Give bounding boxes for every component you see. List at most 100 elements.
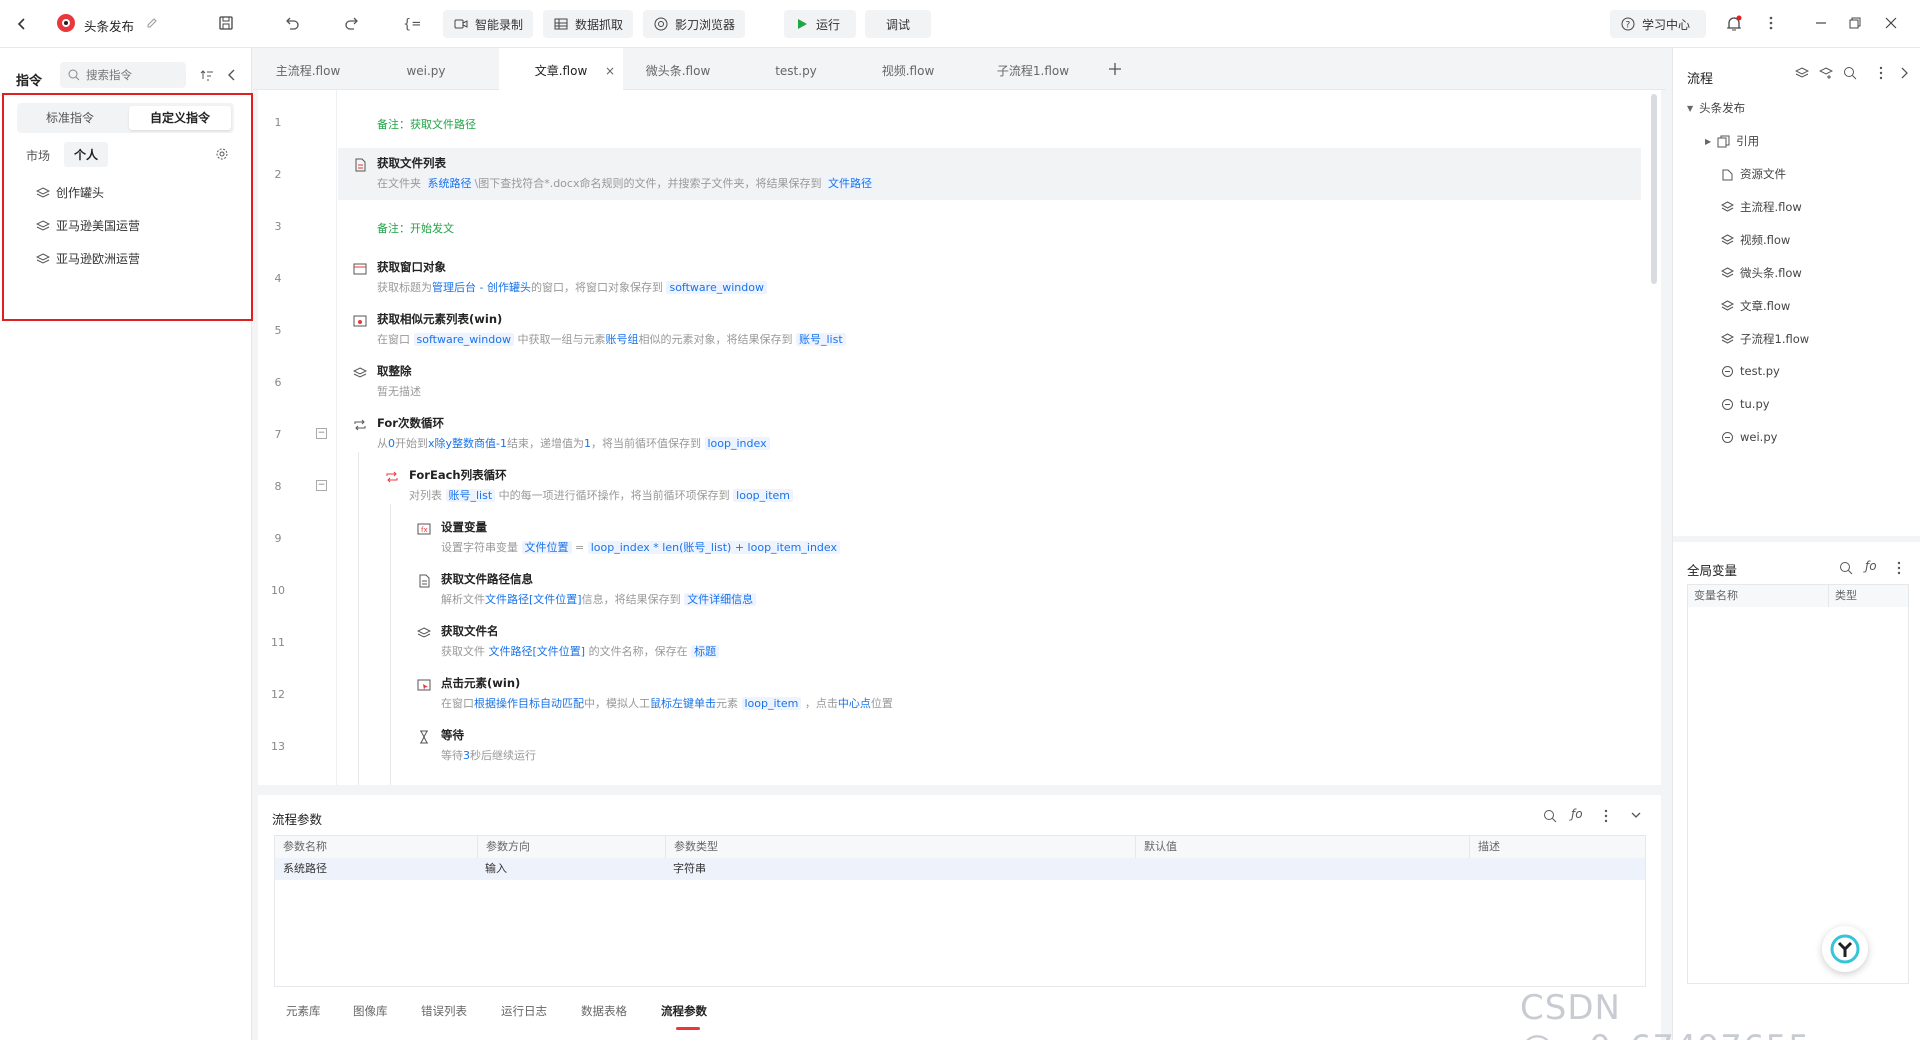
tab-test-py[interactable]: test.py [741,48,851,90]
variable-chip[interactable]: software_window [666,281,767,294]
step-title[interactable]: 获取文件路径信息 [441,571,533,587]
tree-root[interactable]: ▼ 头条发布 [1687,100,1745,116]
tab-weitoutiao-flow[interactable]: 微头条.flow [623,48,733,90]
table-cell[interactable] [1469,858,1645,880]
add-layer-icon[interactable] [1819,66,1833,80]
step-title[interactable]: 设置变量 [441,519,487,535]
flow-file-icon [1721,299,1734,313]
tree-item[interactable]: 视频.flow [1721,232,1790,248]
variable-chip[interactable]: software_window [413,333,514,346]
tree-item[interactable]: 微头条.flow [1721,265,1802,281]
desc-text: = [575,541,585,554]
edit-title-icon[interactable] [146,17,158,29]
tree-item[interactable]: test.py [1721,364,1780,378]
step-title[interactable]: 获取相似元素列表(win) [377,311,502,327]
layers-settings-icon[interactable] [1795,66,1809,80]
tree-item[interactable]: wei.py [1721,430,1777,444]
run-button[interactable]: 运行 [784,10,856,38]
variable-chip[interactable]: loop_item [741,697,802,710]
table-cell[interactable]: 输入 [477,858,665,880]
search-icon[interactable] [1843,66,1857,80]
tab-subflow1[interactable]: 子流程1.flow [973,48,1093,90]
more-icon[interactable] [1897,561,1901,575]
step-title[interactable]: 获取文件名 [441,623,499,639]
variable-chip[interactable]: 标题 [691,645,720,658]
variable-chip[interactable]: loop_item [733,489,794,502]
tab-video-flow[interactable]: 视频.flow [853,48,963,90]
tree-item[interactable]: 主流程.flow [1721,199,1802,215]
back-icon[interactable] [14,16,30,32]
search-icon[interactable] [1543,809,1557,823]
save-icon[interactable] [218,15,234,31]
bell-icon[interactable] [1726,15,1742,33]
variable-chip[interactable]: 系统路径 [424,177,475,190]
restore-icon[interactable] [1848,16,1862,30]
tab-article-flow[interactable]: 文章.flow × [499,48,623,90]
command-search-input[interactable] [86,68,176,82]
function-icon[interactable]: ƒo [1865,559,1877,573]
tree-item[interactable]: tu.py [1721,397,1770,411]
code-brackets-icon[interactable]: {=} [402,15,420,31]
variable-chip[interactable]: 文件路径 [824,177,875,190]
tab-error-list[interactable]: 错误列表 [421,1003,467,1019]
search-icon[interactable] [1839,561,1853,575]
function-icon[interactable]: ƒo [1571,807,1583,821]
variable-chip[interactable]: loop_index [704,437,770,450]
debug-button[interactable]: 调试 [865,10,931,38]
more-icon[interactable] [1879,66,1883,80]
collapse-toggle-icon[interactable]: − [316,480,327,491]
chevron-down-icon[interactable] [1630,809,1642,821]
more-icon[interactable] [1604,809,1608,823]
sort-icon[interactable] [200,68,214,82]
step-title[interactable]: 取整除 [377,363,412,379]
step-title[interactable]: 点击元素(win) [441,675,520,691]
data-scrape-button[interactable]: 数据抓取 [543,10,634,38]
smart-record-button[interactable]: 智能录制 [443,10,534,38]
browser-button[interactable]: 影刀浏览器 [643,10,746,38]
panel-divider [1673,536,1920,542]
tab-flow-params[interactable]: 流程参数 [661,1003,707,1019]
more-icon[interactable] [1768,15,1774,31]
expression-chip[interactable]: loop_index * len(账号_list) + loop_item_in… [587,541,840,554]
tab-main-flow[interactable]: 主流程.flow [253,48,363,90]
watermark: CSDN @m0_67497655 [1520,988,1810,1040]
collapse-toggle-icon[interactable]: − [316,428,327,439]
table-cell[interactable]: 系统路径 [275,858,477,880]
tab-wei-py[interactable]: wei.py [371,48,481,90]
close-tab-icon[interactable]: × [605,48,615,94]
learn-center-button[interactable]: ? 学习中心 [1610,10,1706,38]
table-cell[interactable] [1135,858,1469,880]
indent-guide [390,504,391,785]
tree-item[interactable]: 子流程1.flow [1721,331,1809,347]
editor-scrollbar[interactable] [1651,94,1657,284]
tree-item[interactable]: ▶ 引用 [1705,133,1759,149]
play-icon [794,16,810,32]
variable-chip[interactable]: 文件位置 [521,541,572,554]
assistant-fab-icon[interactable] [1822,926,1868,972]
redo-icon[interactable] [344,15,360,31]
step-title[interactable]: 等待 [441,727,464,743]
variable-chip[interactable]: 账号_list [445,489,496,502]
step-title[interactable]: 获取窗口对象 [377,259,446,275]
variable-chip[interactable]: 账号_list [795,333,846,346]
chevron-right-icon[interactable] [1899,66,1909,80]
command-search-box[interactable] [60,62,186,88]
tab-element-library[interactable]: 元素库 [286,1003,321,1019]
step-comment[interactable]: 备注：获取文件路径 [377,116,476,132]
minimize-icon[interactable] [1814,16,1828,30]
tree-item[interactable]: 资源文件 [1721,166,1786,182]
undo-icon[interactable] [284,15,300,31]
step-title[interactable]: 获取文件列表 [377,155,446,171]
step-title[interactable]: For次数循环 [377,415,444,431]
tab-run-log[interactable]: 运行日志 [501,1003,547,1019]
variable-chip[interactable]: 文件详细信息 [684,593,757,606]
tab-image-library[interactable]: 图像库 [353,1003,388,1019]
collapse-panel-icon[interactable] [226,68,238,82]
tree-item[interactable]: 文章.flow [1721,298,1790,314]
table-cell[interactable]: 字符串 [665,858,1135,880]
step-comment[interactable]: 备注：开始发文 [377,220,454,236]
add-tab-icon[interactable] [1108,62,1122,76]
tab-data-table[interactable]: 数据表格 [581,1003,627,1019]
close-window-icon[interactable] [1884,16,1898,30]
step-title[interactable]: ForEach列表循环 [409,467,507,483]
